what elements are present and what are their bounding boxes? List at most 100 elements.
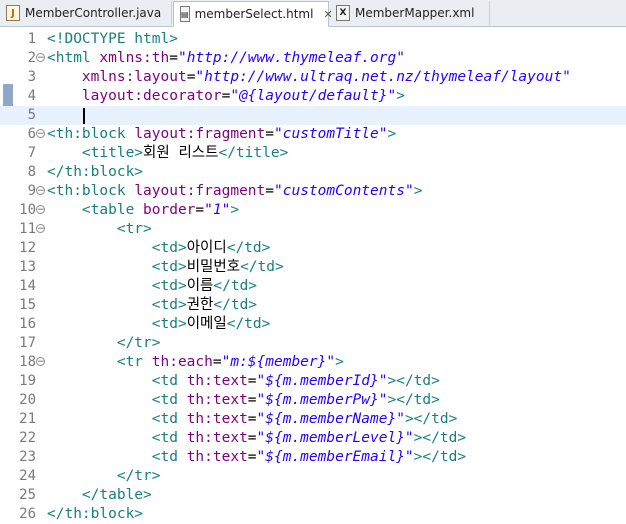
line-number: 2: [27, 50, 36, 66]
code-text: <th:block layout:fragment="customContent…: [47, 182, 422, 201]
code-line[interactable]: 9− <th:block layout:fragment="customConte…: [0, 182, 626, 201]
code-line[interactable]: 21 <td th:text="${m.memberName}"></td>: [0, 410, 626, 429]
code-text: xmlns:layout="http://www.ultraq.net.nz/t…: [47, 68, 571, 87]
line-number: 10: [19, 202, 36, 218]
code-line[interactable]: 8 </th:block>: [0, 163, 626, 182]
fold-collapse-icon[interactable]: −: [36, 357, 45, 367]
code-token-attr: th:each: [151, 354, 213, 370]
code-token-val: "m:${member}": [221, 354, 336, 370]
code-token-attr: th:text: [186, 449, 248, 465]
code-line[interactable]: 3 xmlns:layout="http://www.ultraq.net.nz…: [0, 68, 626, 87]
code-line[interactable]: 7 <title>회원 리스트</title>: [0, 144, 626, 163]
code-token-text: =: [195, 202, 205, 218]
code-text: <td th:text="${m.memberEmail}"></td>: [47, 448, 466, 467]
code-token-text: 이메일: [186, 316, 227, 332]
code-token-val: "customTitle": [274, 126, 388, 142]
text-cursor: [83, 108, 85, 124]
code-line[interactable]: 12 <td>아이디</td>: [0, 239, 626, 258]
code-token-tag: <td: [151, 411, 187, 427]
code-text: <td th:text="${m.memberId}"></td>: [47, 372, 440, 391]
code-line[interactable]: 19 <td th:text="${m.memberId}"></td>: [0, 372, 626, 391]
tab-membercontroller-java[interactable]: J MemberController.java: [0, 1, 172, 25]
code-token-val: "1": [204, 202, 231, 218]
code-token-tag: >: [387, 126, 397, 142]
code-line[interactable]: 10− <table border="1">: [0, 201, 626, 220]
code-line[interactable]: 25 </table>: [0, 486, 626, 505]
code-line[interactable]: 13 <td>비밀번호</td>: [0, 258, 626, 277]
code-token-attr: layout:fragment: [134, 183, 266, 199]
code-token-text: 비밀번호: [186, 259, 241, 275]
code-token-tag: <td: [151, 430, 187, 446]
code-text: <td th:text="${m.memberLevel}"></td>: [47, 429, 466, 448]
code-token-attr: th:text: [186, 411, 248, 427]
line-number: 26: [19, 506, 36, 522]
code-line[interactable]: 18− <tr th:each="m:${member}">: [0, 353, 626, 372]
code-token-tag: </th:block>: [47, 164, 144, 180]
code-line[interactable]: 6− <th:block layout:fragment="customTitle…: [0, 125, 626, 144]
code-token-tag: <td: [151, 392, 187, 408]
code-text: <!DOCTYPE html>: [47, 30, 178, 49]
code-token-attr: th:text: [186, 392, 248, 408]
code-text: <td>권한</td>: [47, 296, 257, 315]
code-token-tag: </td>: [213, 278, 258, 294]
code-token-tag: >: [335, 354, 344, 370]
code-line[interactable]: 17 </tr>: [0, 334, 626, 353]
code-token-tag: >: [230, 202, 240, 218]
line-number: 7: [27, 145, 36, 161]
code-editor[interactable]: 1 <!DOCTYPE html> 2− <html xmlns:th="http:/…: [0, 27, 626, 523]
code-token-tag: <!DOCTYPE html>: [47, 31, 178, 47]
line-number: 14: [19, 278, 36, 294]
code-token-text: 권한: [186, 297, 214, 313]
code-line[interactable]: 15 <td>권한</td>: [0, 296, 626, 315]
tab-membermapper-xml[interactable]: X MemberMapper.xml: [330, 1, 490, 25]
line-number: 11: [19, 221, 36, 237]
code-token-tag: </tr>: [116, 468, 161, 484]
code-line[interactable]: 2− <html xmlns:th="http://www.thymeleaf.o…: [0, 49, 626, 68]
code-token-tag: >: [413, 183, 423, 199]
code-line[interactable]: 1 <!DOCTYPE html>: [0, 30, 626, 49]
code-token-tag: ></td>: [413, 449, 467, 465]
code-line[interactable]: 11− <tr>: [0, 220, 626, 239]
tab-label: memberSelect.html: [194, 7, 314, 21]
code-text: </th:block>: [47, 163, 143, 182]
code-token-tag: </td>: [213, 297, 258, 313]
fold-collapse-icon[interactable]: −: [36, 186, 45, 196]
code-token-tag: <tr>: [116, 221, 152, 237]
fold-collapse-icon[interactable]: −: [36, 224, 45, 234]
code-line[interactable]: 24 </tr>: [0, 467, 626, 486]
code-line[interactable]: 22 <td th:text="${m.memberLevel}"></td>: [0, 429, 626, 448]
code-token-tag: </td>: [226, 316, 271, 332]
code-token-tag: <td: [151, 449, 187, 465]
code-token-text: =: [212, 354, 222, 370]
code-text: </table>: [47, 486, 152, 505]
code-token-tag: <tr: [116, 354, 152, 370]
code-text: </th:block>: [47, 505, 143, 524]
code-text: <td th:text="${m.memberPw}"></td>: [47, 391, 440, 410]
code-line[interactable]: 5: [0, 106, 626, 125]
code-text: <th:block layout:fragment="customTitle">: [47, 125, 396, 144]
code-token-val: "${m.memberName}": [256, 411, 405, 427]
fold-collapse-icon[interactable]: −: [36, 129, 45, 139]
line-number: 16: [19, 316, 36, 332]
code-text: <td>이름</td>: [47, 277, 257, 296]
code-line[interactable]: 4 layout:decorator="@{layout/default}">: [0, 87, 626, 106]
code-text: <td>이메일</td>: [47, 315, 271, 334]
fold-collapse-icon[interactable]: −: [36, 53, 45, 63]
code-token-text: 회원 리스트: [143, 145, 219, 161]
code-line[interactable]: 16 <td>이메일</td>: [0, 315, 626, 334]
line-number: 25: [19, 487, 36, 503]
code-line[interactable]: 23 <td th:text="${m.memberEmail}"></td>: [0, 448, 626, 467]
code-token-attr: layout:decorator: [81, 88, 222, 104]
line-number: 12: [19, 240, 36, 256]
code-line[interactable]: 26 </th:block>: [0, 505, 626, 524]
code-line[interactable]: 14 <td>이름</td>: [0, 277, 626, 296]
code-token-val: "${m.memberEmail}": [256, 449, 414, 465]
tab-memberselect-html[interactable]: ▤ memberSelect.html ✕: [173, 1, 333, 27]
code-line[interactable]: 20 <td th:text="${m.memberPw}"></td>: [0, 391, 626, 410]
code-token-val: "@{layout/default}": [230, 88, 397, 104]
fold-collapse-icon[interactable]: −: [36, 205, 45, 215]
